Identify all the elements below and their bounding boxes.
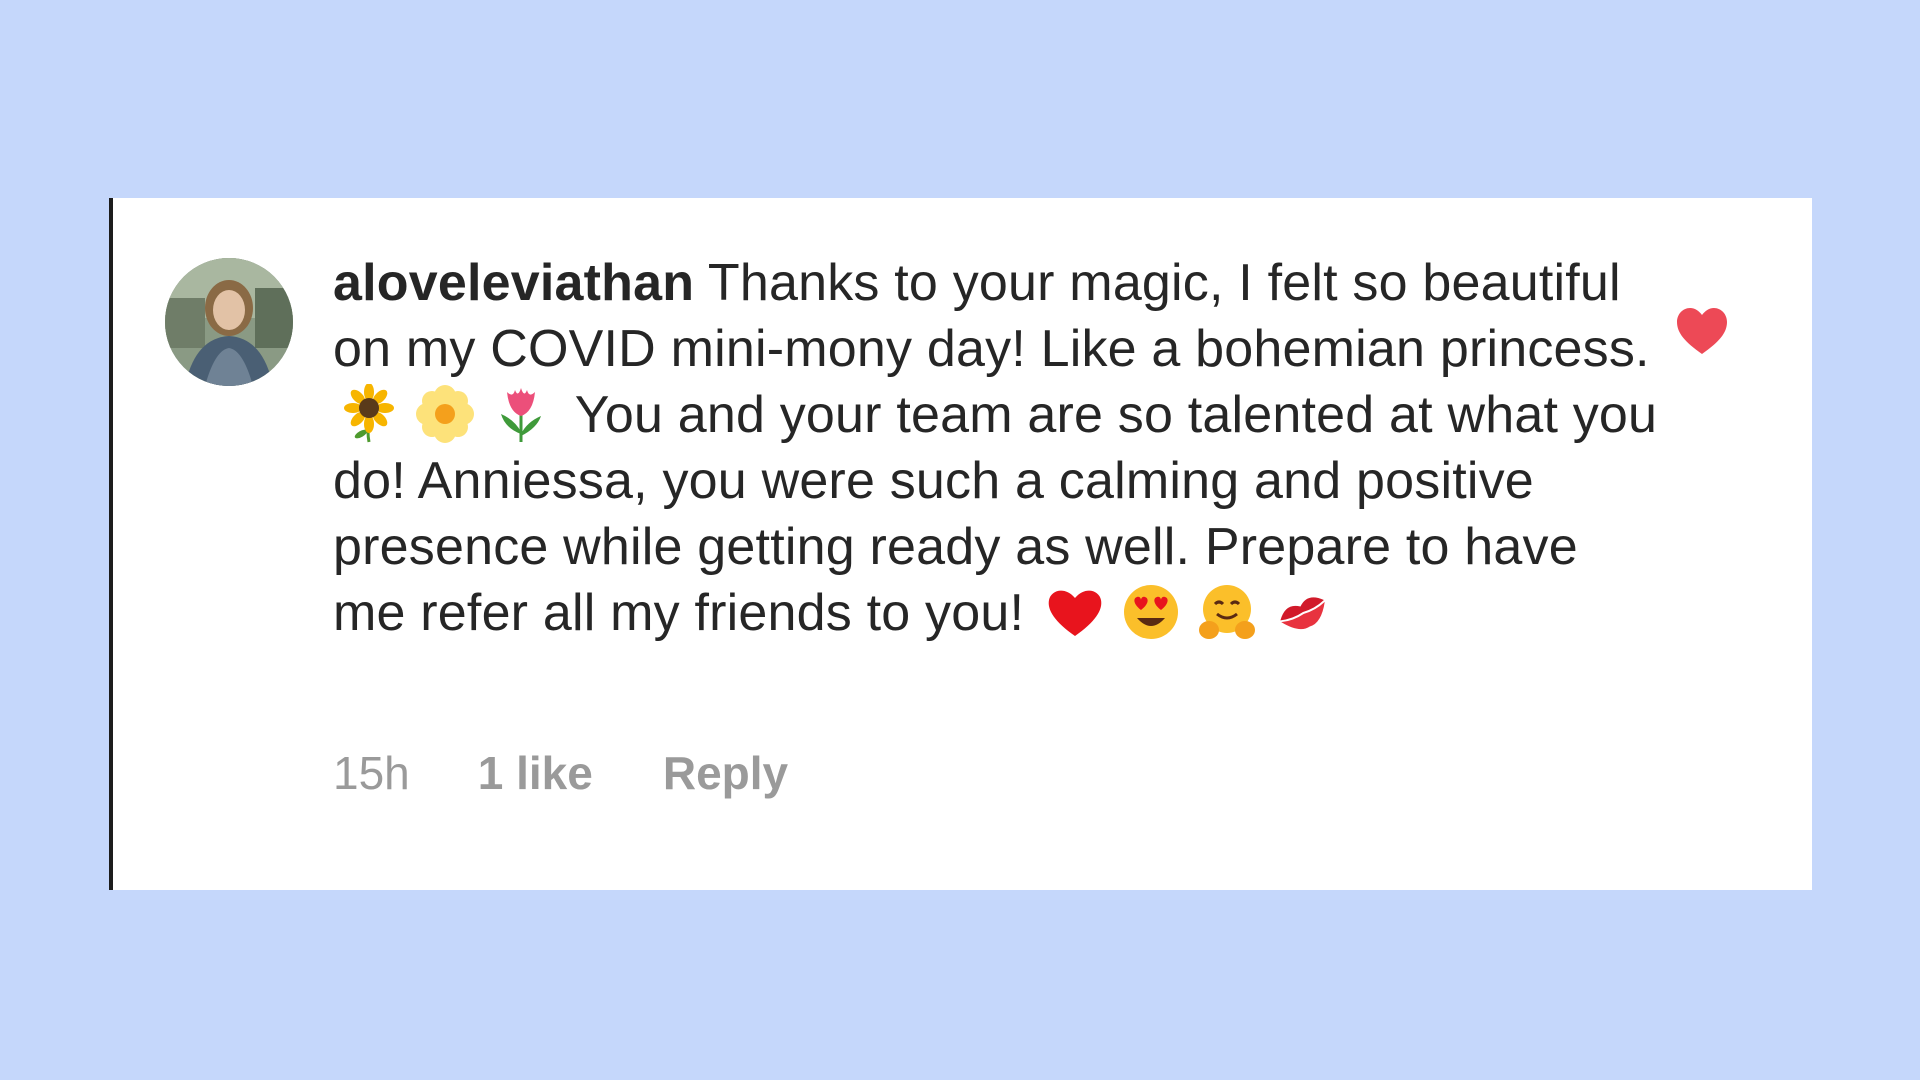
comment-body: aloveleviathan Thanks to your magic, I f… bbox=[333, 250, 1663, 646]
tulip-emoji bbox=[491, 384, 551, 444]
avatar[interactable] bbox=[165, 258, 293, 386]
blossom-emoji bbox=[415, 384, 475, 444]
reply-button[interactable]: Reply bbox=[663, 746, 788, 800]
comment-meta: 15h 1 like Reply bbox=[333, 746, 788, 800]
kiss-mark-emoji bbox=[1273, 582, 1333, 642]
comment-time: 15h bbox=[333, 747, 410, 799]
sunflower-emoji bbox=[339, 384, 399, 444]
like-heart-icon[interactable] bbox=[1675, 306, 1729, 356]
comment-username[interactable]: aloveleviathan bbox=[333, 254, 694, 312]
hugging-face-emoji bbox=[1197, 582, 1257, 642]
heart-eyes-emoji bbox=[1121, 582, 1181, 642]
comment-card: aloveleviathan Thanks to your magic, I f… bbox=[109, 198, 1812, 890]
red-heart-emoji bbox=[1045, 582, 1105, 642]
comment-like-count[interactable]: 1 like bbox=[478, 746, 593, 800]
page-background: aloveleviathan Thanks to your magic, I f… bbox=[0, 0, 1920, 1080]
